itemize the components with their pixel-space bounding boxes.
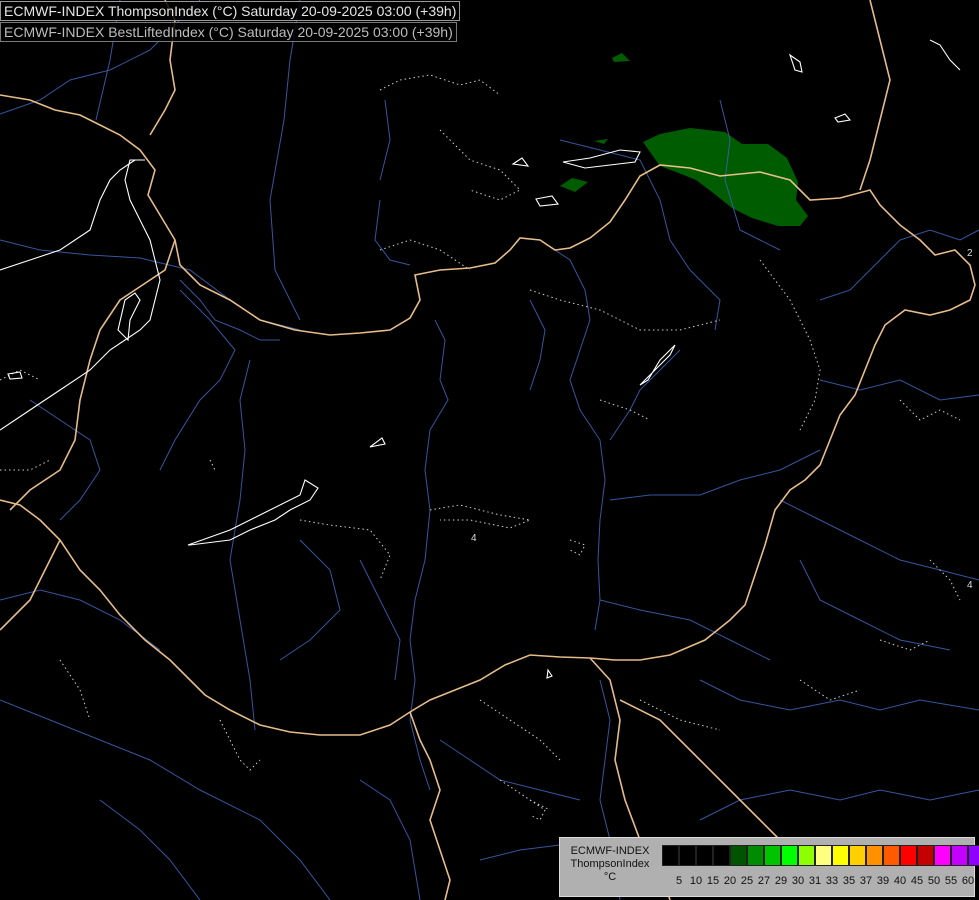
legend-tick-label: 60 (961, 875, 975, 887)
legend-swatch (713, 845, 730, 866)
legend-tick-label: 15 (706, 875, 720, 887)
legend-tick-label: 25 (740, 875, 754, 887)
legend-ticks: 5 10 15 20 25 27 29 30 31 33 35 37 39 40 45 50 55 60 (662, 875, 974, 888)
legend-swatch (764, 845, 781, 866)
title-thompson-index: ECMWF-INDEX ThompsonIndex (°C) Saturday … (0, 1, 461, 21)
legend-tick-label: 45 (910, 875, 924, 887)
legend-swatch (730, 845, 747, 866)
title-best-lifted-index: ECMWF-INDEX BestLiftedIndex (°C) Saturda… (0, 22, 457, 42)
legend-swatch (696, 845, 713, 866)
contour-label-center: 4 (471, 533, 477, 544)
legend-swatch (662, 845, 679, 866)
legend-model: ECMWF-INDEX (570, 845, 650, 857)
legend-tick-label: 40 (893, 875, 907, 887)
legend-swatch (951, 845, 968, 866)
legend-tick-label: 37 (859, 875, 873, 887)
legend-swatch (934, 845, 951, 866)
legend-swatch (679, 845, 696, 866)
color-legend: ECMWF-INDEX ThompsonIndex °C 5 10 15 20 25 27… (559, 837, 979, 897)
contour-label-right: 4 (967, 580, 973, 591)
legend-tick-label: 33 (825, 875, 839, 887)
legend-color-bar (662, 845, 979, 866)
legend-swatch (815, 845, 832, 866)
legend-swatch (917, 845, 934, 866)
legend-tick-label: 20 (723, 875, 737, 887)
legend-tick-label: 55 (944, 875, 958, 887)
legend-title: ECMWF-INDEX ThompsonIndex °C (560, 845, 660, 884)
legend-swatch (883, 845, 900, 866)
legend-swatch (866, 845, 883, 866)
weather-map: 4 4 2 (0, 0, 979, 900)
legend-swatch (747, 845, 764, 866)
legend-swatch (781, 845, 798, 866)
legend-tick-label: 31 (808, 875, 822, 887)
legend-tick-label: 50 (927, 875, 941, 887)
legend-swatch (900, 845, 917, 866)
legend-tick-label: 30 (791, 875, 805, 887)
legend-swatch (832, 845, 849, 866)
legend-tick-label: 5 (675, 875, 683, 887)
legend-tick-label: 10 (689, 875, 703, 887)
legend-tick-label: 39 (876, 875, 890, 887)
contour-label-top-right: 2 (967, 248, 973, 259)
legend-tick-label: 35 (842, 875, 856, 887)
legend-tick-label: 27 (757, 875, 771, 887)
legend-swatch (798, 845, 815, 866)
legend-parameter: ThompsonIndex (570, 858, 650, 870)
legend-swatch (968, 845, 979, 866)
legend-tick-label: 29 (774, 875, 788, 887)
legend-swatch (849, 845, 866, 866)
legend-unit: °C (603, 871, 617, 883)
